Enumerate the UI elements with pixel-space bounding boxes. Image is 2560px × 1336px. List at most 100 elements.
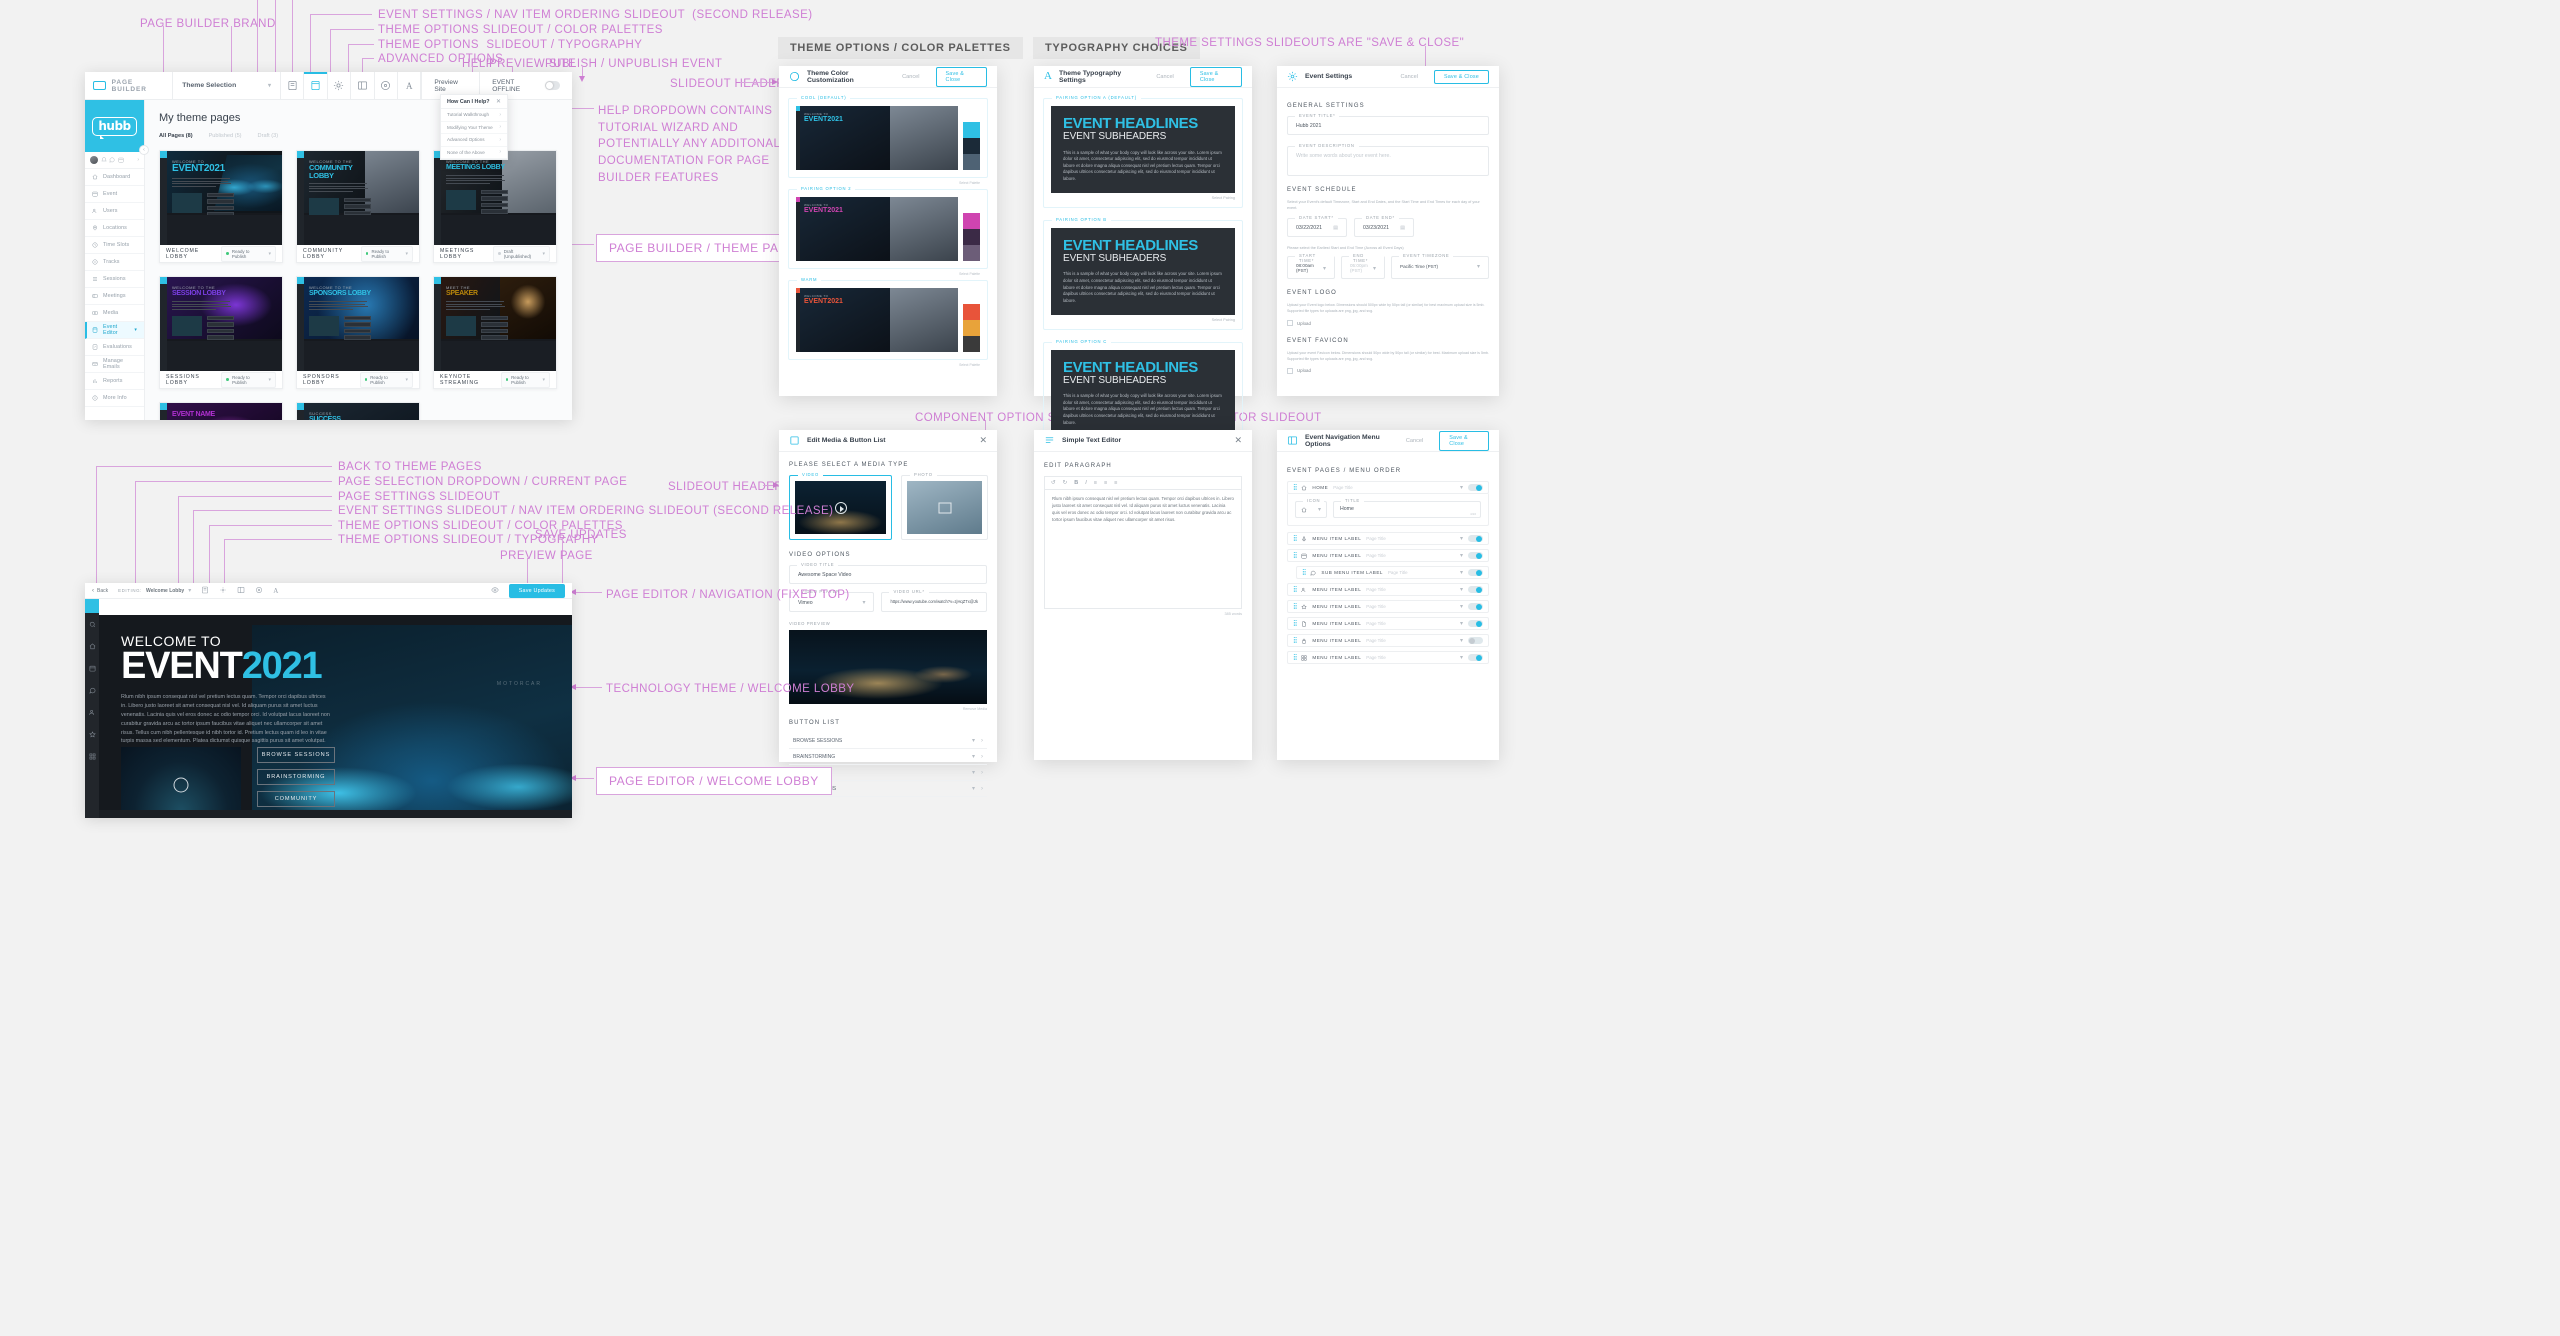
close-icon[interactable]: ✕ <box>1234 436 1242 445</box>
drag-handle-icon[interactable]: ⣿ <box>1293 586 1298 593</box>
sidebar-item-event-editor[interactable]: Event Editor ▾ <box>85 322 144 339</box>
user-row[interactable]: › <box>85 152 144 169</box>
menu-item-toggle[interactable] <box>1468 483 1483 492</box>
palette-option[interactable]: COOL (DEFAULT) WELCOME TO EVENT2021 Select … <box>788 95 988 185</box>
color-swatch[interactable] <box>963 304 980 320</box>
save-close-button[interactable]: Save & Close <box>935 66 987 87</box>
chevron-right-icon[interactable]: › <box>981 738 983 744</box>
chevron-down-icon[interactable]: ▾ <box>1460 535 1463 542</box>
title-field[interactable]: TITLE Home 4/16 <box>1333 498 1481 518</box>
color-swatch[interactable] <box>963 197 980 213</box>
end-time-field[interactable]: END TIME* 05:00pm (PST) ▾ <box>1341 253 1385 280</box>
italic-icon[interactable]: I <box>1085 480 1087 486</box>
save-close-button[interactable]: Save & Close <box>1439 430 1489 451</box>
drag-handle-icon[interactable]: ⣿ <box>1293 552 1298 559</box>
help-item[interactable]: Advanced Options › <box>441 134 507 147</box>
date-end-field[interactable]: DATE END* 03/23/2021 ▤ <box>1354 215 1414 238</box>
color-swatch[interactable] <box>963 138 980 154</box>
theme-page-card[interactable]: SUCCESSSUCCESSSUCCESSReady to Publish▾ <box>296 402 420 420</box>
chevron-down-icon[interactable]: ▾ <box>1460 637 1463 644</box>
icon-select-field[interactable]: ICON ▾ <box>1295 498 1327 518</box>
bold-icon[interactable]: B <box>1074 480 1078 486</box>
advanced-options-icon[interactable] <box>255 586 263 596</box>
sidebar-item-time-slots[interactable]: Time Slots <box>85 237 144 254</box>
cancel-button[interactable]: Cancel <box>1401 74 1418 80</box>
theme-page-card[interactable]: EVENT NAMEEVENT NAMEReady to Publish▾ <box>159 402 283 420</box>
chevron-down-icon[interactable]: ▾ <box>972 753 975 760</box>
sidebar-item-manage-emails[interactable]: Manage Emails <box>85 356 144 373</box>
nav-menu-icon[interactable] <box>237 586 245 596</box>
tab-draft[interactable]: Draft (3) <box>258 133 279 139</box>
sidebar-item-event[interactable]: Event <box>85 186 144 203</box>
typography-icon[interactable]: A <box>273 587 278 595</box>
theme-selection-dropdown[interactable]: Theme Selection ▾ <box>173 72 281 99</box>
chevron-down-icon[interactable]: ▾ <box>862 599 865 606</box>
back-button[interactable]: ‹ Back <box>92 588 108 594</box>
drag-handle-icon[interactable]: ⣿ <box>1302 569 1307 576</box>
drag-handle-icon[interactable]: ⣿ <box>1293 535 1298 542</box>
sidebar-item-reports[interactable]: Reports <box>85 373 144 390</box>
menu-item-toggle[interactable] <box>1468 585 1483 594</box>
color-swatch[interactable] <box>963 154 980 170</box>
save-close-button[interactable]: Save & Close <box>1433 69 1489 84</box>
theme-pages-icon[interactable] <box>304 72 328 99</box>
button-list-item[interactable]: BRAINSTORMING ▾ › <box>789 749 987 765</box>
menu-item-row[interactable]: ⣿ MENU ITEM LABEL Page Title ▾ <box>1287 600 1489 613</box>
theme-page-card[interactable]: WELCOME TO THE SESSION LOBBY SESSIONS LOBB… <box>159 276 283 389</box>
close-icon[interactable]: ✕ <box>496 98 501 105</box>
chevron-right-icon[interactable]: › <box>981 786 983 792</box>
sidebar-item-media[interactable]: Media <box>85 305 144 322</box>
color-swatch[interactable] <box>963 122 980 138</box>
menu-item-toggle[interactable] <box>1468 602 1483 611</box>
chat-icon[interactable] <box>109 157 115 163</box>
nav-menu-icon[interactable] <box>351 72 375 99</box>
color-swatch[interactable] <box>963 106 980 122</box>
close-icon[interactable]: ✕ <box>979 436 987 445</box>
chevron-down-icon[interactable]: ▾ <box>1460 484 1463 491</box>
chat-icon[interactable] <box>85 679 99 701</box>
menu-item-row[interactable]: ⣿ MENU ITEM LABEL Page Title ▾ <box>1287 532 1489 545</box>
sidebar-item-dashboard[interactable]: Dashboard <box>85 169 144 186</box>
status-badge[interactable]: Ready to Publish ▾ <box>360 245 413 262</box>
status-badge[interactable]: Ready to Publish ▾ <box>500 371 550 388</box>
menu-item-row[interactable]: ⣿ MENU ITEM LABEL Page Title ▾ <box>1287 583 1489 596</box>
chevron-right-icon[interactable]: › <box>981 770 983 776</box>
star-icon[interactable] <box>85 723 99 745</box>
undo-icon[interactable]: ↺ <box>1051 480 1056 486</box>
user-caret-icon[interactable]: › <box>137 157 139 163</box>
cancel-button[interactable]: Cancel <box>902 74 919 80</box>
status-badge[interactable]: Draft (Unpublished) ▾ <box>493 245 550 262</box>
menu-item-toggle[interactable] <box>1468 636 1483 645</box>
menu-item-row[interactable]: ⣿ MENU ITEM LABEL Page Title ▾ <box>1287 617 1489 630</box>
color-swatch[interactable] <box>963 229 980 245</box>
menu-item-row[interactable]: ⣿ MENU ITEM LABEL Page Title ▾ <box>1287 634 1489 647</box>
help-item[interactable]: None of the Above › <box>441 147 507 159</box>
align-right-icon[interactable]: ≡ <box>1114 480 1117 486</box>
theme-page-card[interactable]: WELCOME TO THE SPONSORS LOBBY SPONSORS LOB… <box>296 276 420 389</box>
chevron-down-icon[interactable]: ▾ <box>1323 265 1326 272</box>
event-settings-icon[interactable] <box>328 72 352 99</box>
remove-media-link[interactable]: Remove Media <box>789 707 987 711</box>
grid-icon[interactable] <box>85 745 99 767</box>
chevron-down-icon[interactable]: ▾ <box>1460 654 1463 661</box>
help-item[interactable]: Modifying Your Theme › <box>441 122 507 134</box>
align-left-icon[interactable]: ≡ <box>1094 480 1097 486</box>
palette-option[interactable]: WARM WELCOME TO EVENT2021 Select Palette <box>788 277 988 367</box>
chevron-down-icon[interactable]: ▾ <box>972 737 975 744</box>
select-palette-link[interactable]: Select Palette <box>959 363 980 367</box>
chevron-down-icon[interactable]: ▾ <box>1477 263 1480 270</box>
menu-item-toggle[interactable] <box>1468 551 1483 560</box>
chevron-right-icon[interactable]: › <box>981 754 983 760</box>
drag-handle-icon[interactable]: ⣿ <box>1293 654 1298 661</box>
menu-item-row[interactable]: ⣿ SUB MENU ITEM LABEL Page Title ▾ <box>1296 566 1489 579</box>
cancel-button[interactable]: Cancel <box>1156 74 1173 80</box>
help-item[interactable]: Tutorial Walkthrough › <box>441 109 507 122</box>
typography-option[interactable]: PAIRING OPTION B EVENT HEADLINES EVENT SUB… <box>1043 216 1243 330</box>
color-swatch[interactable] <box>963 213 980 229</box>
drag-handle-icon[interactable]: ⣿ <box>1293 620 1298 627</box>
chevron-down-icon[interactable]: ▾ <box>972 785 975 792</box>
chevron-down-icon[interactable]: ▾ <box>972 769 975 776</box>
event-offline-switch[interactable] <box>544 81 560 90</box>
calendar-icon[interactable] <box>118 157 124 163</box>
tab-all[interactable]: All Pages (8) <box>159 133 193 139</box>
